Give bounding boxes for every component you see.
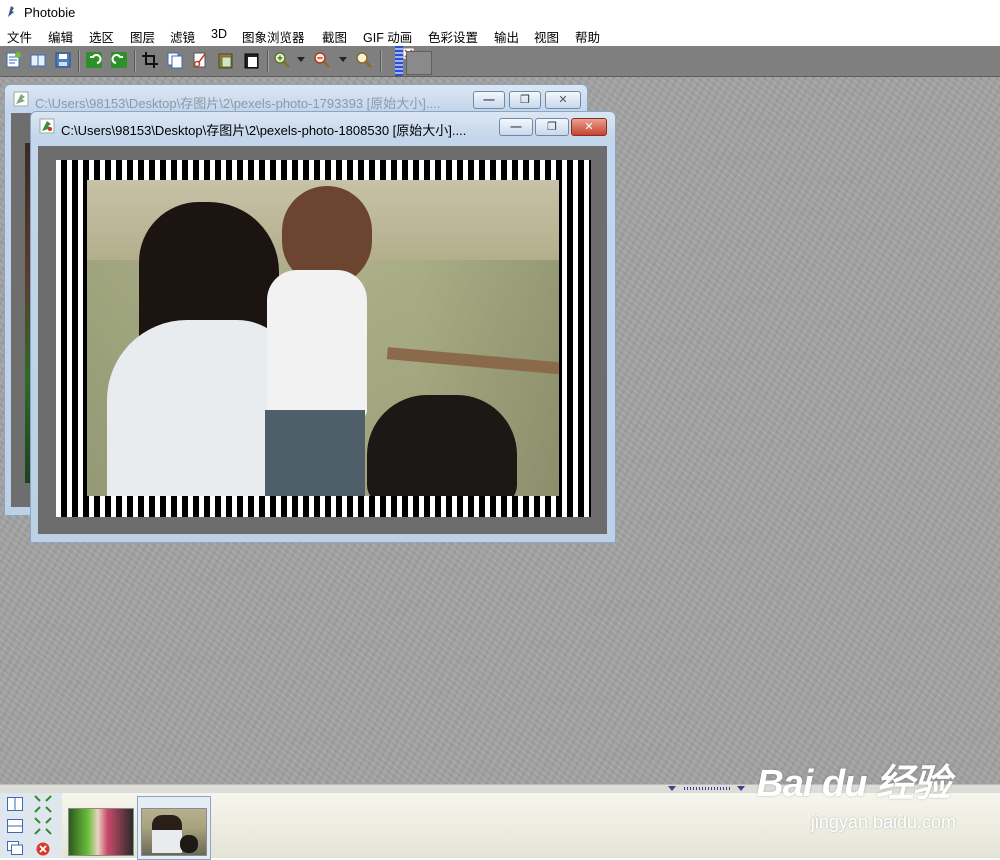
toolbar-grip[interactable] [395,46,403,76]
close-button[interactable]: ✕ [571,118,607,136]
minimize-button[interactable]: — [473,91,505,109]
document-icon [13,91,29,107]
baidu-watermark: Bai du 经验 jingyan.baidu.com [756,752,956,832]
close-icon: ✕ [558,94,568,106]
thumbnail-2-dog [180,835,198,853]
photo-child-body [267,270,367,420]
document-window-front[interactable]: C:\Users\98153\Desktop\存图片\2\pexels-phot… [30,111,616,543]
toolbar-separator [267,50,269,72]
image-frame-side-left [56,180,87,496]
cut-icon[interactable] [191,51,209,69]
app-titlebar: Photobie [0,0,1000,24]
close-all-icon[interactable] [36,842,50,856]
minimize-icon: — [483,94,495,106]
paste-new-icon[interactable] [243,51,261,69]
toolbar-separator [380,50,382,72]
menu-3d[interactable]: 3D [211,27,227,41]
photo-child-legs [265,410,365,496]
menu-filter[interactable]: 滤镜 [170,27,195,46]
splitter-arrow-right-icon[interactable] [737,786,745,791]
minimize-button[interactable]: — [499,118,533,136]
redo-icon[interactable] [110,51,128,69]
minimize-icon: — [510,121,522,133]
zoom-in-dropdown-arrow[interactable] [297,57,305,62]
save-icon[interactable] [54,51,72,69]
panel-stub [406,51,432,75]
toolbar-separator [134,50,136,72]
zoom-out-dropdown-arrow[interactable] [339,57,347,62]
thumbnail-1[interactable]: pexels-photo-1793393 [68,808,134,856]
open-file-icon[interactable] [29,51,47,69]
menu-image-browser[interactable]: 图象浏览器 [242,27,305,46]
menu-file[interactable]: 文件 [7,27,32,46]
restore-button[interactable]: ❐ [535,118,569,136]
photo [87,180,559,496]
cascade-icon[interactable] [7,841,23,855]
tile-horizontal-icon[interactable] [7,819,23,833]
restore-icon: ❐ [547,121,557,133]
window-title: C:\Users\98153\Desktop\存图片\2\pexels-phot… [61,123,467,138]
splitter-grip[interactable] [684,787,730,790]
menu-select[interactable]: 选区 [89,27,114,46]
menu-screenshot[interactable]: 截图 [322,27,347,46]
menu-color-settings[interactable]: 色彩设置 [428,27,478,46]
app-title: Photobie [24,5,76,20]
close-icon: ✕ [584,121,594,133]
copy-icon[interactable] [166,51,184,69]
expand-icon[interactable] [34,795,52,813]
watermark-logo: Bai du 经验 [756,763,951,805]
splitter-arrow-left-icon[interactable] [668,786,676,791]
photo-dog [367,395,517,496]
document-canvas [38,146,607,534]
restore-button[interactable]: ❐ [509,91,541,109]
photobie-logo-icon [8,6,14,17]
tile-vertical-icon[interactable] [7,797,23,811]
paste-icon[interactable] [217,51,235,69]
watermark-url: jingyan.baidu.com [810,812,956,832]
menu-output[interactable]: 输出 [494,27,519,46]
image-frame [56,160,591,517]
collapse-icon[interactable] [34,817,52,835]
menu-gif-animation[interactable]: GIF 动画 [363,27,412,46]
document-icon [39,118,55,134]
menu-edit[interactable]: 编辑 [48,27,73,46]
crop-icon[interactable] [141,51,159,69]
window-title: C:\Users\98153\Desktop\存图片\2\pexels-phot… [35,96,441,111]
zoom-icon[interactable] [355,51,373,69]
zoom-in-icon[interactable] [273,51,291,69]
thumbnail-2-figure [152,815,182,853]
close-button[interactable]: ✕ [545,91,581,109]
zoom-out-icon[interactable] [313,51,331,69]
toolbar-separator [78,50,80,72]
menu-help[interactable]: 帮助 [575,27,600,46]
undo-icon[interactable] [85,51,103,69]
toolbar [0,46,1000,77]
menu-layer[interactable]: 图层 [130,27,155,46]
thumbnail-2[interactable]: pexels-photo-1808530 [141,808,207,856]
thumbnail-tools [0,793,62,858]
restore-icon: ❐ [520,94,530,106]
menu-bar: 文件 编辑 选区 图层 滤镜 3D 图象浏览器 截图 GIF 动画 色彩设置 输… [0,24,1000,46]
menu-view[interactable]: 视图 [534,27,559,46]
new-file-icon[interactable] [4,51,22,69]
